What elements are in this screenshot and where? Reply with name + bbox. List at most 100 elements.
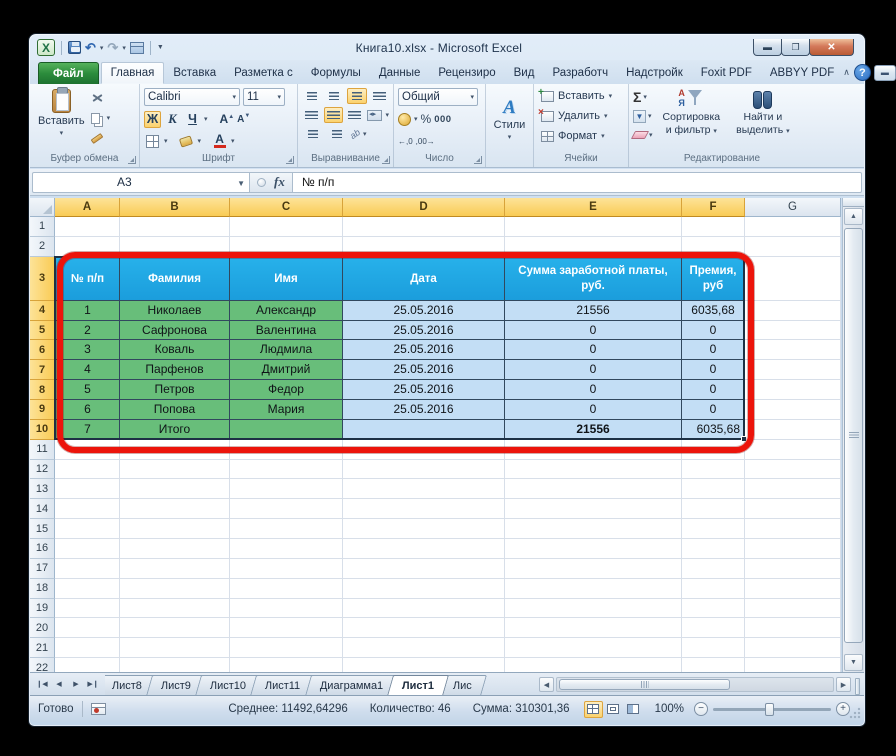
borders-button[interactable] [144, 133, 161, 150]
cell-B15[interactable] [120, 519, 230, 539]
font-color-button[interactable]: А [211, 133, 228, 150]
prev-sheet-icon[interactable]: ◀ [51, 676, 67, 692]
cell-A10[interactable]: 7 [55, 420, 120, 440]
cell-E9[interactable]: 0 [505, 400, 682, 420]
vertical-scrollbar[interactable]: ▲ ▼ [842, 198, 864, 672]
cell-G20[interactable] [745, 618, 841, 638]
cell-A19[interactable] [55, 599, 120, 619]
close-button[interactable]: ✕ [809, 39, 854, 56]
cell-C16[interactable] [230, 539, 343, 559]
cell-C15[interactable] [230, 519, 343, 539]
cell-F16[interactable] [682, 539, 745, 559]
cell-F21[interactable] [682, 638, 745, 658]
fill-color-button[interactable] [178, 133, 195, 150]
cell-G19[interactable] [745, 599, 841, 619]
cell-B16[interactable] [120, 539, 230, 559]
ribbon-tab-foxit-pdf[interactable]: Foxit PDF [692, 62, 761, 84]
cell-F12[interactable] [682, 460, 745, 480]
cell-C4[interactable]: Александр [230, 301, 343, 321]
delete-cells-button[interactable]: ×Удалить▾ [541, 107, 624, 125]
cell-F5[interactable]: 0 [682, 321, 745, 341]
insert-function-button[interactable]: fx [274, 174, 285, 190]
cell-G8[interactable] [745, 380, 841, 400]
workbook-minimize-button[interactable]: ▬ [874, 65, 896, 81]
cell-B6[interactable]: Коваль [120, 340, 230, 360]
cell-D15[interactable] [343, 519, 505, 539]
cell-G7[interactable] [745, 360, 841, 380]
select-all-corner[interactable] [30, 198, 55, 217]
cell-A2[interactable] [55, 237, 120, 257]
paste-dropdown-icon[interactable]: ▾ [60, 129, 64, 137]
cell-C19[interactable] [230, 599, 343, 619]
column-header-C[interactable]: C [230, 198, 343, 217]
cell-F18[interactable] [682, 579, 745, 599]
cell-F4[interactable]: 6035,68 [682, 301, 745, 321]
column-header-F[interactable]: F [682, 198, 745, 217]
cell-B9[interactable]: Попова [120, 400, 230, 420]
cell-B5[interactable]: Сафронова [120, 321, 230, 341]
dialog-launcher-icon[interactable] [128, 156, 136, 164]
page-break-view-button[interactable] [624, 701, 643, 718]
cell-E22[interactable] [505, 658, 682, 672]
row-header-17[interactable]: 17 [30, 559, 55, 579]
align-top-button[interactable] [302, 88, 321, 104]
ribbon-tab-вид[interactable]: Вид [505, 62, 544, 84]
cell-C22[interactable] [230, 658, 343, 672]
cell-A1[interactable] [55, 217, 120, 237]
zoom-in-icon[interactable]: + [836, 702, 850, 716]
next-sheet-icon[interactable]: ▶ [68, 676, 84, 692]
cell-E6[interactable]: 0 [505, 340, 682, 360]
ribbon-tab-формулы[interactable]: Формулы [302, 62, 370, 84]
cell-G21[interactable] [745, 638, 841, 658]
cell-C7[interactable]: Дмитрий [230, 360, 343, 380]
cell-A8[interactable]: 5 [55, 380, 120, 400]
cell-D21[interactable] [343, 638, 505, 658]
ribbon-tab-данные[interactable]: Данные [370, 62, 430, 84]
formula-input[interactable]: № п/п [293, 172, 862, 193]
decrease-decimal-button[interactable]: ,00→ [416, 137, 435, 146]
cell-G14[interactable] [745, 499, 841, 519]
cell-C10[interactable] [230, 420, 343, 440]
cell-G5[interactable] [745, 321, 841, 341]
column-header-D[interactable]: D [343, 198, 505, 217]
clear-button[interactable]: ▾ [633, 127, 653, 143]
row-header-3[interactable]: 3 [30, 257, 55, 301]
cell-E7[interactable]: 0 [505, 360, 682, 380]
cell-D17[interactable] [343, 559, 505, 579]
autosum-button[interactable]: Σ▾ [633, 89, 653, 105]
column-header-B[interactable]: B [120, 198, 230, 217]
align-bottom-button[interactable] [347, 88, 367, 104]
cell-F15[interactable] [682, 519, 745, 539]
insert-cells-button[interactable]: +Вставить▾ [541, 87, 624, 105]
format-painter-button[interactable] [91, 130, 111, 146]
minimize-button[interactable]: ▬ [753, 39, 782, 56]
scroll-left-icon[interactable]: ◀ [539, 677, 554, 692]
row-header-15[interactable]: 15 [30, 519, 55, 539]
cell-D8[interactable]: 25.05.2016 [343, 380, 505, 400]
cell-C1[interactable] [230, 217, 343, 237]
row-header-8[interactable]: 8 [30, 380, 55, 400]
cell-E20[interactable] [505, 618, 682, 638]
cell-C13[interactable] [230, 479, 343, 499]
orientation-icon[interactable]: ab [348, 127, 362, 141]
cell-B19[interactable] [120, 599, 230, 619]
increase-decimal-button[interactable]: ←,0 [398, 137, 413, 146]
ribbon-tab-разметка-с[interactable]: Разметка с [225, 62, 302, 84]
cell-A9[interactable]: 6 [55, 400, 120, 420]
cell-C17[interactable] [230, 559, 343, 579]
cell-F20[interactable] [682, 618, 745, 638]
cell-F7[interactable]: 0 [682, 360, 745, 380]
cell-B3[interactable]: Фамилия [120, 257, 230, 301]
last-sheet-icon[interactable]: ▶❙ [85, 676, 101, 692]
row-header-12[interactable]: 12 [30, 460, 55, 480]
cell-E8[interactable]: 0 [505, 380, 682, 400]
ribbon-tab-надстройк[interactable]: Надстройк [617, 62, 692, 84]
save-icon[interactable] [68, 41, 81, 54]
row-header-10[interactable]: 10 [30, 420, 55, 440]
currency-icon[interactable] [398, 113, 411, 126]
cell-D2[interactable] [343, 237, 505, 257]
ribbon-tab-главная[interactable]: Главная [101, 62, 165, 84]
cell-A3[interactable]: № п/п [55, 257, 120, 301]
cell-B7[interactable]: Парфенов [120, 360, 230, 380]
cell-D6[interactable]: 25.05.2016 [343, 340, 505, 360]
